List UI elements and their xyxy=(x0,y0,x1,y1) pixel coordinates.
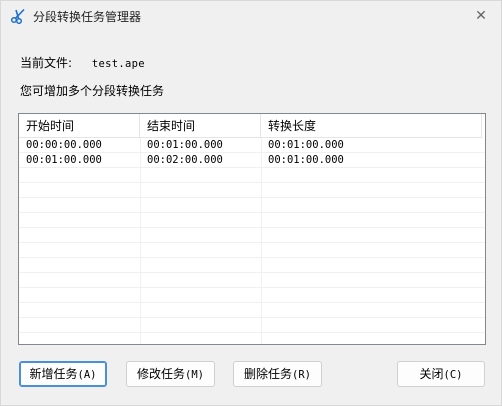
empty-row xyxy=(19,303,485,318)
current-file-value: test.ape xyxy=(91,58,145,70)
delete-task-button[interactable]: 删除任务(R) xyxy=(233,361,322,387)
close-window-button[interactable]: ✕ xyxy=(471,6,491,26)
scissors-icon xyxy=(10,8,25,24)
column-header-length[interactable]: 转换长度 xyxy=(261,114,483,138)
cell-length: 00:01:00.000 xyxy=(268,139,344,151)
title-bar: 分段转换任务管理器 ✕ xyxy=(1,1,501,31)
column-header-start-time[interactable]: 开始时间 xyxy=(19,114,140,138)
add-task-shortcut: (A) xyxy=(77,369,97,381)
close-shortcut: (C) xyxy=(443,369,463,381)
empty-row xyxy=(19,258,485,273)
empty-row xyxy=(19,318,485,333)
cell-end-time: 00:01:00.000 xyxy=(147,139,223,151)
close-label: 关闭 xyxy=(419,367,444,381)
add-task-label: 新增任务 xyxy=(29,367,78,381)
delete-task-shortcut: (R) xyxy=(292,369,311,381)
empty-row xyxy=(19,213,485,228)
empty-row xyxy=(19,168,485,183)
window-title: 分段转换任务管理器 xyxy=(33,10,142,24)
close-button[interactable]: 关闭(C) xyxy=(397,361,485,387)
empty-row xyxy=(19,183,485,198)
column-header-end-time[interactable]: 结束时间 xyxy=(140,114,261,138)
cell-start-time: 00:01:00.000 xyxy=(26,154,102,166)
table-row[interactable]: 00:00:00.000 00:01:00.000 00:01:00.000 xyxy=(19,138,485,153)
current-file-label: 当前文件: xyxy=(20,56,73,70)
empty-row xyxy=(19,228,485,243)
cell-end-time: 00:02:00.000 xyxy=(147,154,223,166)
edit-task-shortcut: (M) xyxy=(185,369,204,381)
cell-length: 00:01:00.000 xyxy=(268,154,344,166)
empty-row xyxy=(19,288,485,303)
empty-row xyxy=(19,243,485,258)
edit-task-button[interactable]: 修改任务(M) xyxy=(126,361,215,387)
hint-text: 您可增加多个分段转换任务 xyxy=(20,84,165,98)
table-row[interactable]: 00:01:00.000 00:02:00.000 00:01:00.000 xyxy=(19,153,485,168)
current-file-row: 当前文件: test.ape xyxy=(20,54,145,71)
task-list[interactable]: 开始时间 结束时间 转换长度 00:00:00.000 00:01:00.000… xyxy=(18,113,486,345)
delete-task-label: 删除任务 xyxy=(244,367,293,381)
task-manager-window: 分段转换任务管理器 ✕ 当前文件: test.ape 您可增加多个分段转换任务 … xyxy=(0,0,502,406)
list-header: 开始时间 结束时间 转换长度 xyxy=(19,114,485,138)
empty-row xyxy=(19,273,485,288)
header-edge xyxy=(481,114,485,138)
add-task-button[interactable]: 新增任务(A) xyxy=(19,361,107,387)
cell-start-time: 00:00:00.000 xyxy=(26,139,102,151)
edit-task-label: 修改任务 xyxy=(137,367,186,381)
empty-row xyxy=(19,198,485,213)
